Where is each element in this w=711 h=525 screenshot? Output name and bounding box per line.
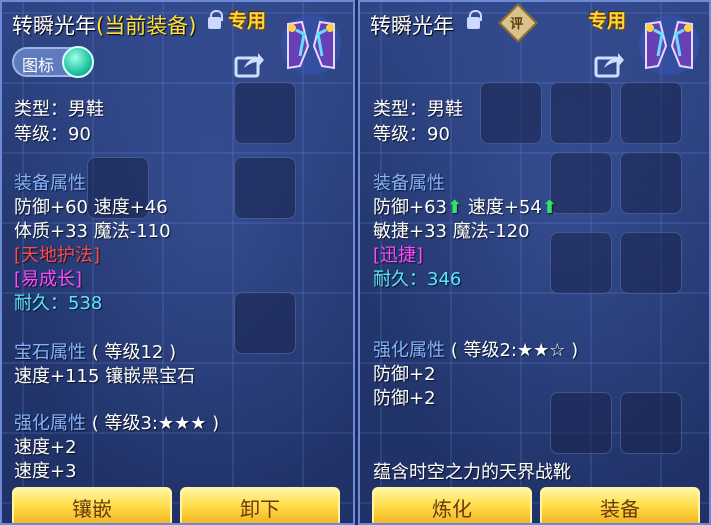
durability-value: 538 bbox=[68, 293, 103, 314]
enhance-heading: 强化属性 bbox=[373, 340, 445, 361]
enhance-heading-line: 强化属性 ( 等级2:★★☆ ) bbox=[373, 336, 578, 362]
enhance-line: 速度+3 bbox=[14, 461, 77, 482]
icon-toggle-label: 图标 bbox=[22, 56, 55, 75]
item-description: 蕴含时空之力的天界战靴 bbox=[373, 462, 571, 483]
boots-item-icon bbox=[639, 15, 699, 75]
inventory-slot bbox=[234, 157, 296, 219]
enhance-level: ( 等级3:★★★ ) bbox=[91, 413, 220, 434]
enhance-heading: 强化属性 bbox=[14, 413, 86, 434]
speed-value: 速度+54 bbox=[467, 197, 542, 218]
inventory-slot bbox=[620, 152, 682, 214]
unequip-button[interactable]: 卸下 bbox=[180, 487, 340, 523]
up-arrow-icon: ⬆ bbox=[447, 197, 463, 218]
inventory-slot bbox=[234, 82, 296, 144]
attr-line: 防御+63⬆ 速度+54⬆ bbox=[373, 193, 557, 219]
enhance-level: ( 等级2:★★☆ ) bbox=[450, 340, 579, 361]
equip-attr-heading: 装备属性 bbox=[14, 173, 86, 194]
equip-button[interactable]: 装备 bbox=[540, 487, 700, 523]
inventory-slot bbox=[550, 82, 612, 144]
refine-button[interactable]: 炼化 bbox=[372, 487, 532, 523]
durability-value: 346 bbox=[427, 269, 462, 290]
compared-item-panel: 转瞬光年 评 专用 类型：男鞋 等级：90 装备属性 防御+63⬆ 速度+54⬆… bbox=[358, 0, 711, 525]
attr-line: 体质+33 魔法-110 bbox=[14, 221, 171, 242]
durability-line: 耐久：346 bbox=[373, 265, 461, 291]
current-equipment-panel: 转瞬光年(当前装备) 专用 图标 类型：男鞋 等级：90 装备属性 防御+60 … bbox=[0, 0, 355, 525]
type-line: 类型：男鞋 bbox=[373, 99, 463, 120]
special-trait: [易成长] bbox=[14, 269, 83, 290]
gem-line: 速度+115 镶嵌黑宝石 bbox=[14, 366, 196, 387]
inventory-slot bbox=[620, 82, 682, 144]
item-title: 转瞬光年(当前装备) bbox=[12, 10, 196, 40]
inventory-slot bbox=[550, 152, 612, 214]
durability-line: 耐久：538 bbox=[14, 289, 102, 315]
equipped-tag: (当前装备) bbox=[96, 14, 197, 38]
enhance-line: 速度+2 bbox=[14, 437, 77, 458]
gem-heading: 宝石属性 bbox=[14, 342, 86, 363]
inventory-slot bbox=[550, 232, 612, 294]
lock-icon bbox=[467, 10, 482, 29]
gem-level: ( 等级12 ) bbox=[91, 342, 177, 363]
attr-line: 敏捷+33 魔法-120 bbox=[373, 221, 530, 242]
toggle-knob bbox=[62, 46, 94, 78]
inlay-button[interactable]: 镶嵌 bbox=[12, 487, 172, 523]
defense-value: 防御+63 bbox=[373, 197, 447, 218]
type-line: 类型：男鞋 bbox=[14, 99, 104, 120]
gem-heading-line: 宝石属性 ( 等级12 ) bbox=[14, 338, 176, 364]
icon-toggle[interactable]: 图标 bbox=[12, 46, 94, 78]
durability-label: 耐久： bbox=[14, 293, 68, 314]
special-effect: [迅捷] bbox=[373, 245, 424, 266]
inventory-slot bbox=[620, 392, 682, 454]
share-icon[interactable] bbox=[234, 50, 264, 78]
level-line: 等级：90 bbox=[373, 124, 450, 145]
item-name: 转瞬光年 bbox=[370, 14, 454, 38]
inventory-slot bbox=[234, 292, 296, 354]
exclusive-label: 专用 bbox=[228, 10, 267, 32]
level-line: 等级：90 bbox=[14, 124, 91, 145]
enhance-line: 防御+2 bbox=[373, 388, 436, 409]
inventory-slot bbox=[620, 232, 682, 294]
item-name: 转瞬光年 bbox=[12, 14, 96, 38]
boots-item-icon bbox=[281, 15, 341, 75]
enhance-heading-line: 强化属性 ( 等级3:★★★ ) bbox=[14, 409, 219, 435]
special-effect: [天地护法] bbox=[14, 245, 101, 266]
enhance-line: 防御+2 bbox=[373, 364, 436, 385]
lock-icon bbox=[208, 10, 223, 29]
review-label: 评 bbox=[510, 16, 524, 32]
attr-line: 防御+60 速度+46 bbox=[14, 197, 168, 218]
inventory-slot bbox=[480, 82, 542, 144]
inventory-slot bbox=[550, 392, 612, 454]
exclusive-label: 专用 bbox=[588, 10, 627, 32]
equip-attr-heading: 装备属性 bbox=[373, 173, 445, 194]
durability-label: 耐久： bbox=[373, 269, 427, 290]
up-arrow-icon: ⬆ bbox=[541, 197, 557, 218]
share-icon[interactable] bbox=[594, 50, 624, 78]
